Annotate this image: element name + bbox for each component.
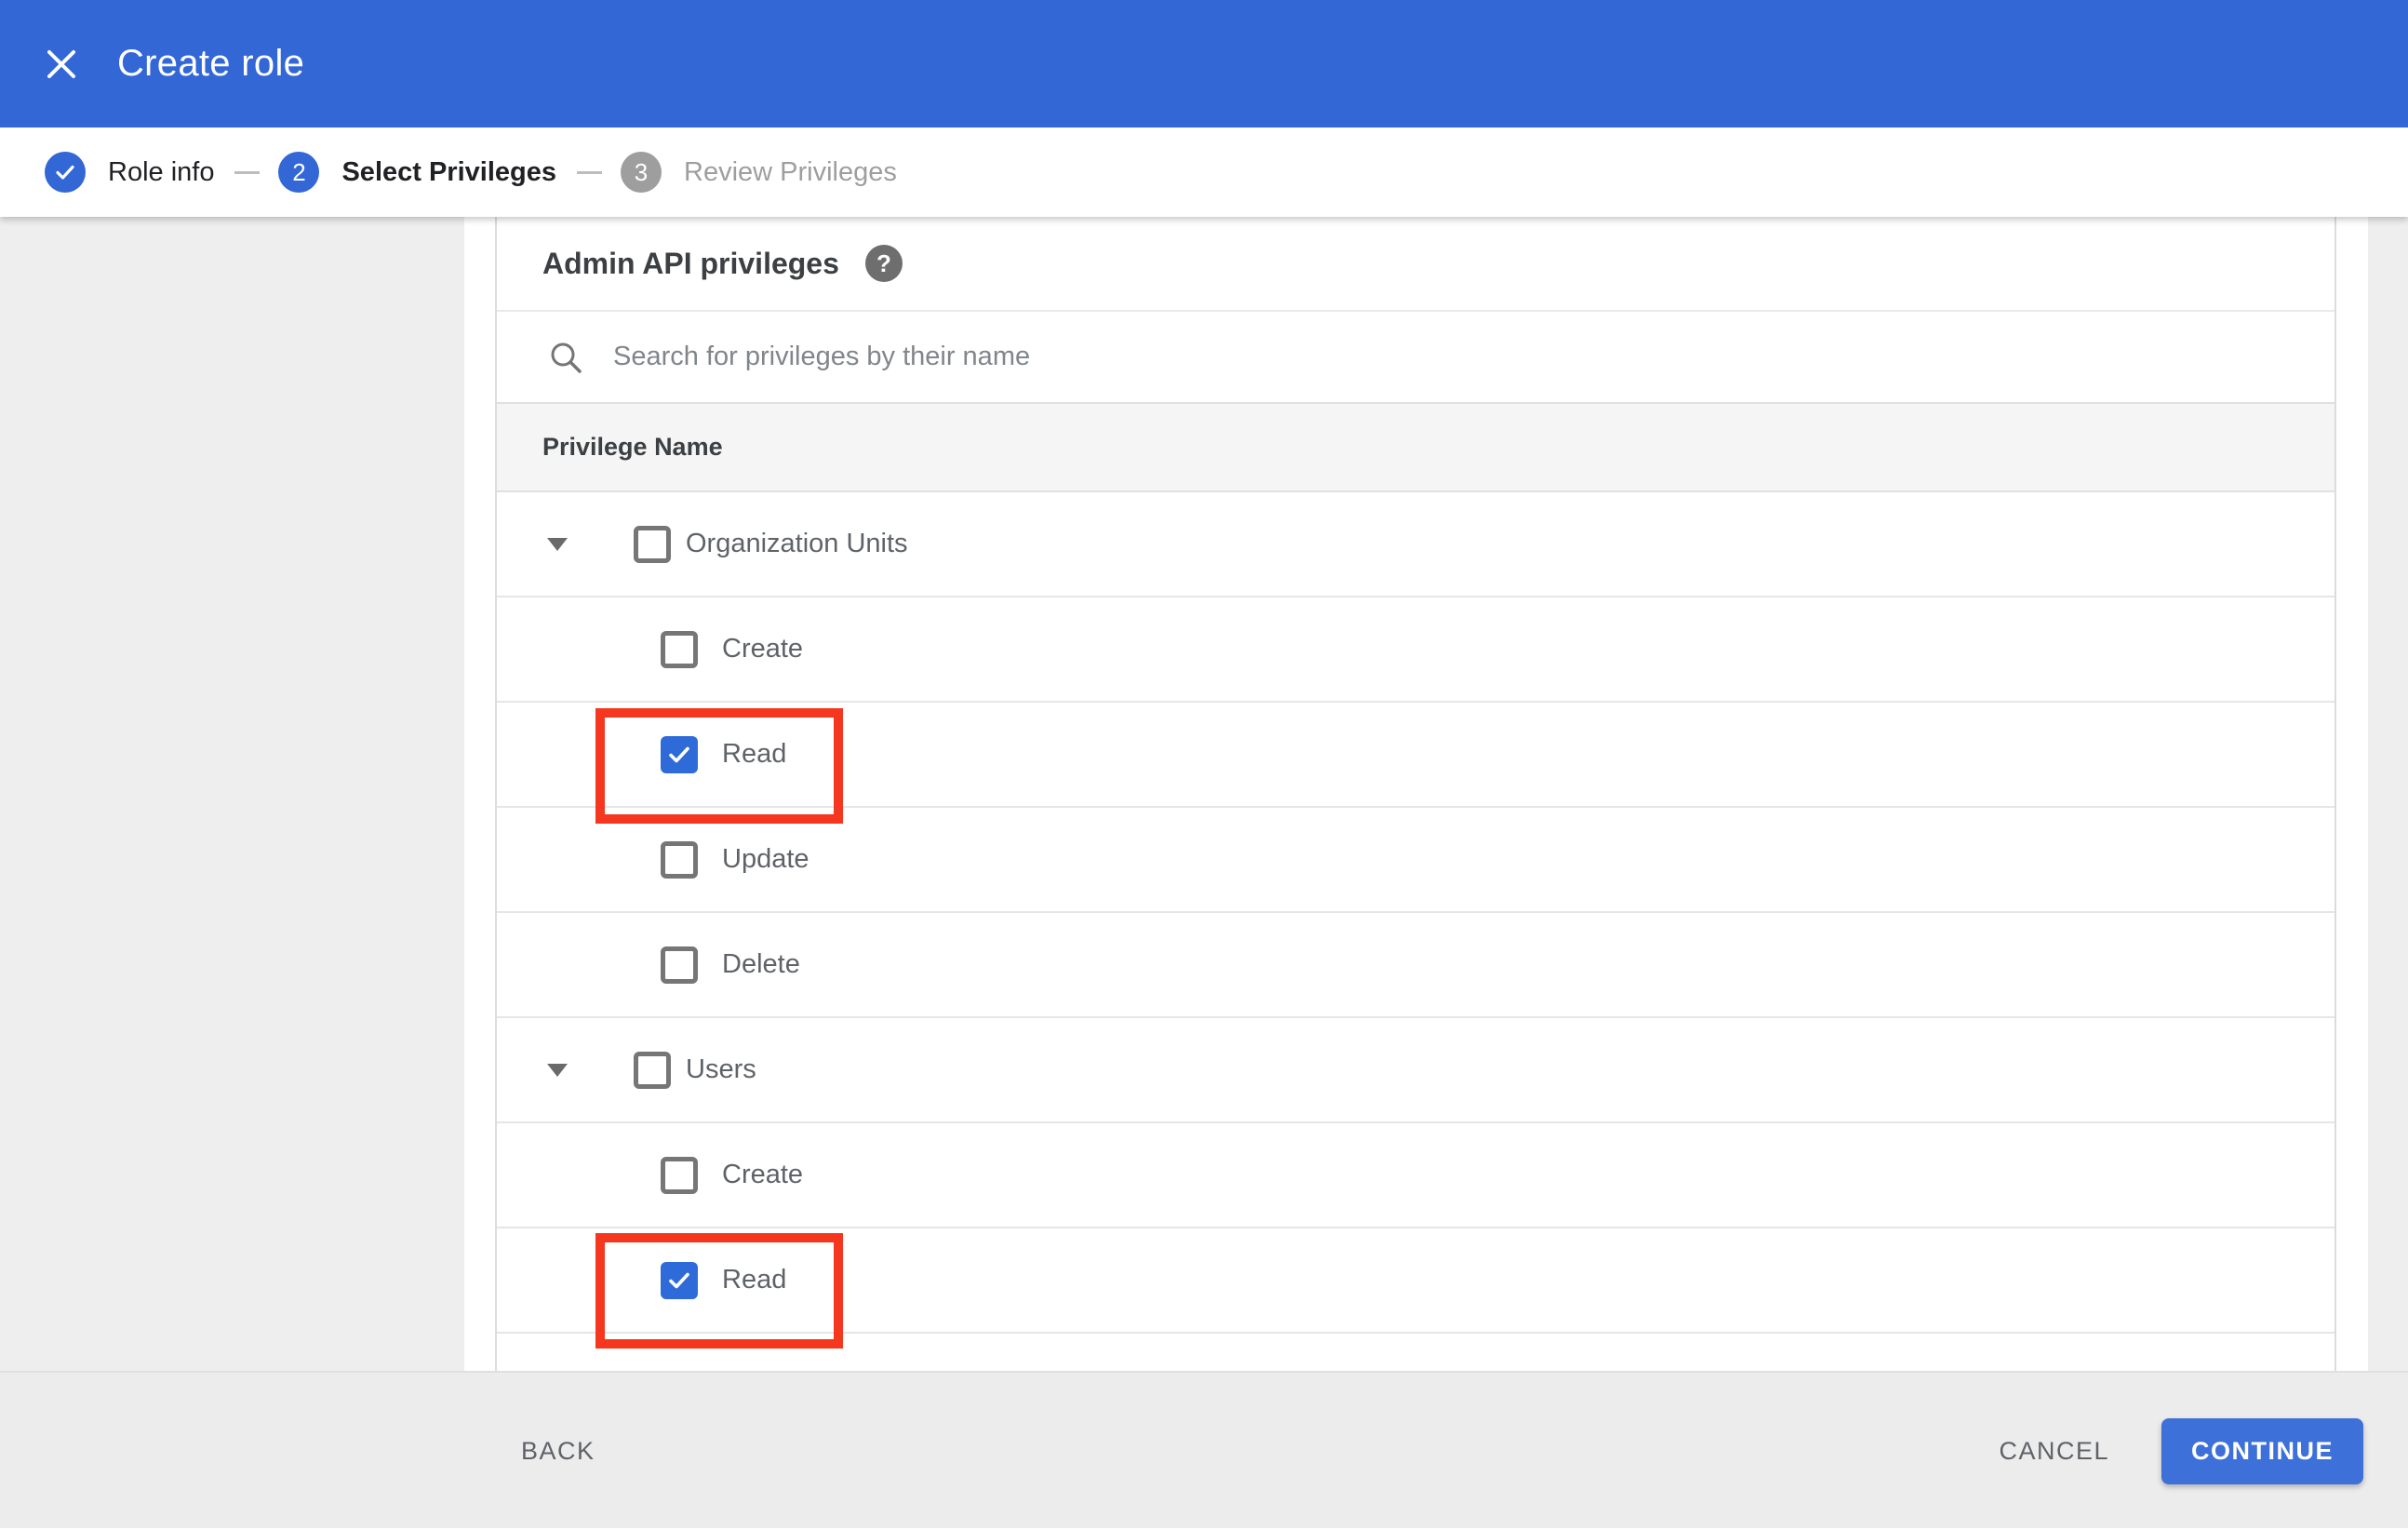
search-input[interactable]: [613, 342, 2009, 372]
row-label: Update: [722, 844, 809, 874]
table-row-users-read[interactable]: Read: [497, 1228, 2334, 1334]
row-label: Read: [722, 1265, 787, 1295]
back-button[interactable]: BACK: [521, 1373, 595, 1530]
footer-actions: CANCEL CONTINUE: [1999, 1373, 2363, 1530]
step1-check-icon: [56, 165, 74, 180]
checkbox-users[interactable]: [634, 1051, 671, 1089]
checkbox-ou-read[interactable]: [661, 735, 698, 773]
stepper-dash: [577, 170, 602, 174]
search-icon: [551, 342, 582, 373]
checkbox-ou-update[interactable]: [661, 840, 698, 879]
stepper: Role info 2 Select Privileges 3 Review P…: [0, 128, 2408, 217]
checkbox-check-icon: [669, 746, 689, 762]
step1-label: Role info: [108, 156, 215, 187]
stepper-dash: [234, 170, 261, 174]
table-row-ou-create[interactable]: Create: [497, 597, 2334, 703]
table-row-ou-update[interactable]: Update: [497, 808, 2334, 913]
appbar: Create role: [0, 0, 2408, 128]
row-label: Read: [722, 739, 787, 769]
clipped-row: [497, 1334, 2334, 1371]
step3-circle: 3: [621, 152, 662, 193]
checkbox-ou-delete[interactable]: [661, 946, 698, 984]
close-button[interactable]: [41, 44, 82, 85]
row-label: Create: [722, 1160, 804, 1189]
table-row-users[interactable]: Users: [497, 1018, 2334, 1123]
table-row-ou-read[interactable]: Read: [497, 703, 2334, 808]
checkbox-check-icon: [669, 1272, 689, 1288]
table-row-organization-units[interactable]: Organization Units: [497, 492, 2334, 597]
expand-arrow-icon[interactable]: [547, 1063, 568, 1077]
step-role-info[interactable]: Role info: [45, 152, 214, 193]
cancel-button[interactable]: CANCEL: [1999, 1437, 2109, 1466]
continue-button[interactable]: CONTINUE: [2161, 1418, 2363, 1484]
scroll-area: Admin API privileges ? Privilege Name: [464, 217, 2368, 1371]
checkbox-organization-units[interactable]: [634, 525, 671, 563]
row-label: Organization Units: [686, 529, 908, 558]
row-label: Create: [722, 634, 804, 664]
table-header-label: Privilege Name: [542, 433, 723, 461]
table-header-row: Privilege Name: [497, 402, 2334, 492]
footer-bar: BACK CANCEL CONTINUE: [0, 1371, 2408, 1528]
step2-circle: 2: [278, 152, 320, 193]
step-review-privileges[interactable]: 3 Review Privileges: [621, 152, 897, 193]
checkbox-users-create[interactable]: [661, 1156, 698, 1194]
table-row-users-create[interactable]: Create: [497, 1123, 2334, 1228]
section-title: Admin API privileges: [542, 246, 839, 280]
step3-label: Review Privileges: [684, 156, 897, 187]
step1-circle: [45, 152, 86, 193]
page-title: Create role: [117, 43, 305, 84]
step-select-privileges[interactable]: 2 Select Privileges: [278, 152, 556, 193]
help-icon[interactable]: ?: [864, 245, 903, 282]
checkbox-users-read[interactable]: [661, 1261, 698, 1299]
main-content-area: Admin API privileges ? Privilege Name: [0, 217, 2408, 1371]
privileges-card: Admin API privileges ? Privilege Name: [495, 217, 2336, 1371]
close-icon: [47, 49, 75, 78]
checkbox-ou-create[interactable]: [661, 630, 698, 668]
expand-arrow-icon[interactable]: [547, 537, 568, 551]
search-row: [497, 312, 2334, 402]
step2-label: Select Privileges: [341, 156, 556, 187]
row-label: Users: [686, 1054, 756, 1084]
row-label: Delete: [722, 949, 800, 979]
section-title-row: Admin API privileges ?: [497, 217, 2334, 312]
table-row-ou-delete[interactable]: Delete: [497, 913, 2334, 1018]
